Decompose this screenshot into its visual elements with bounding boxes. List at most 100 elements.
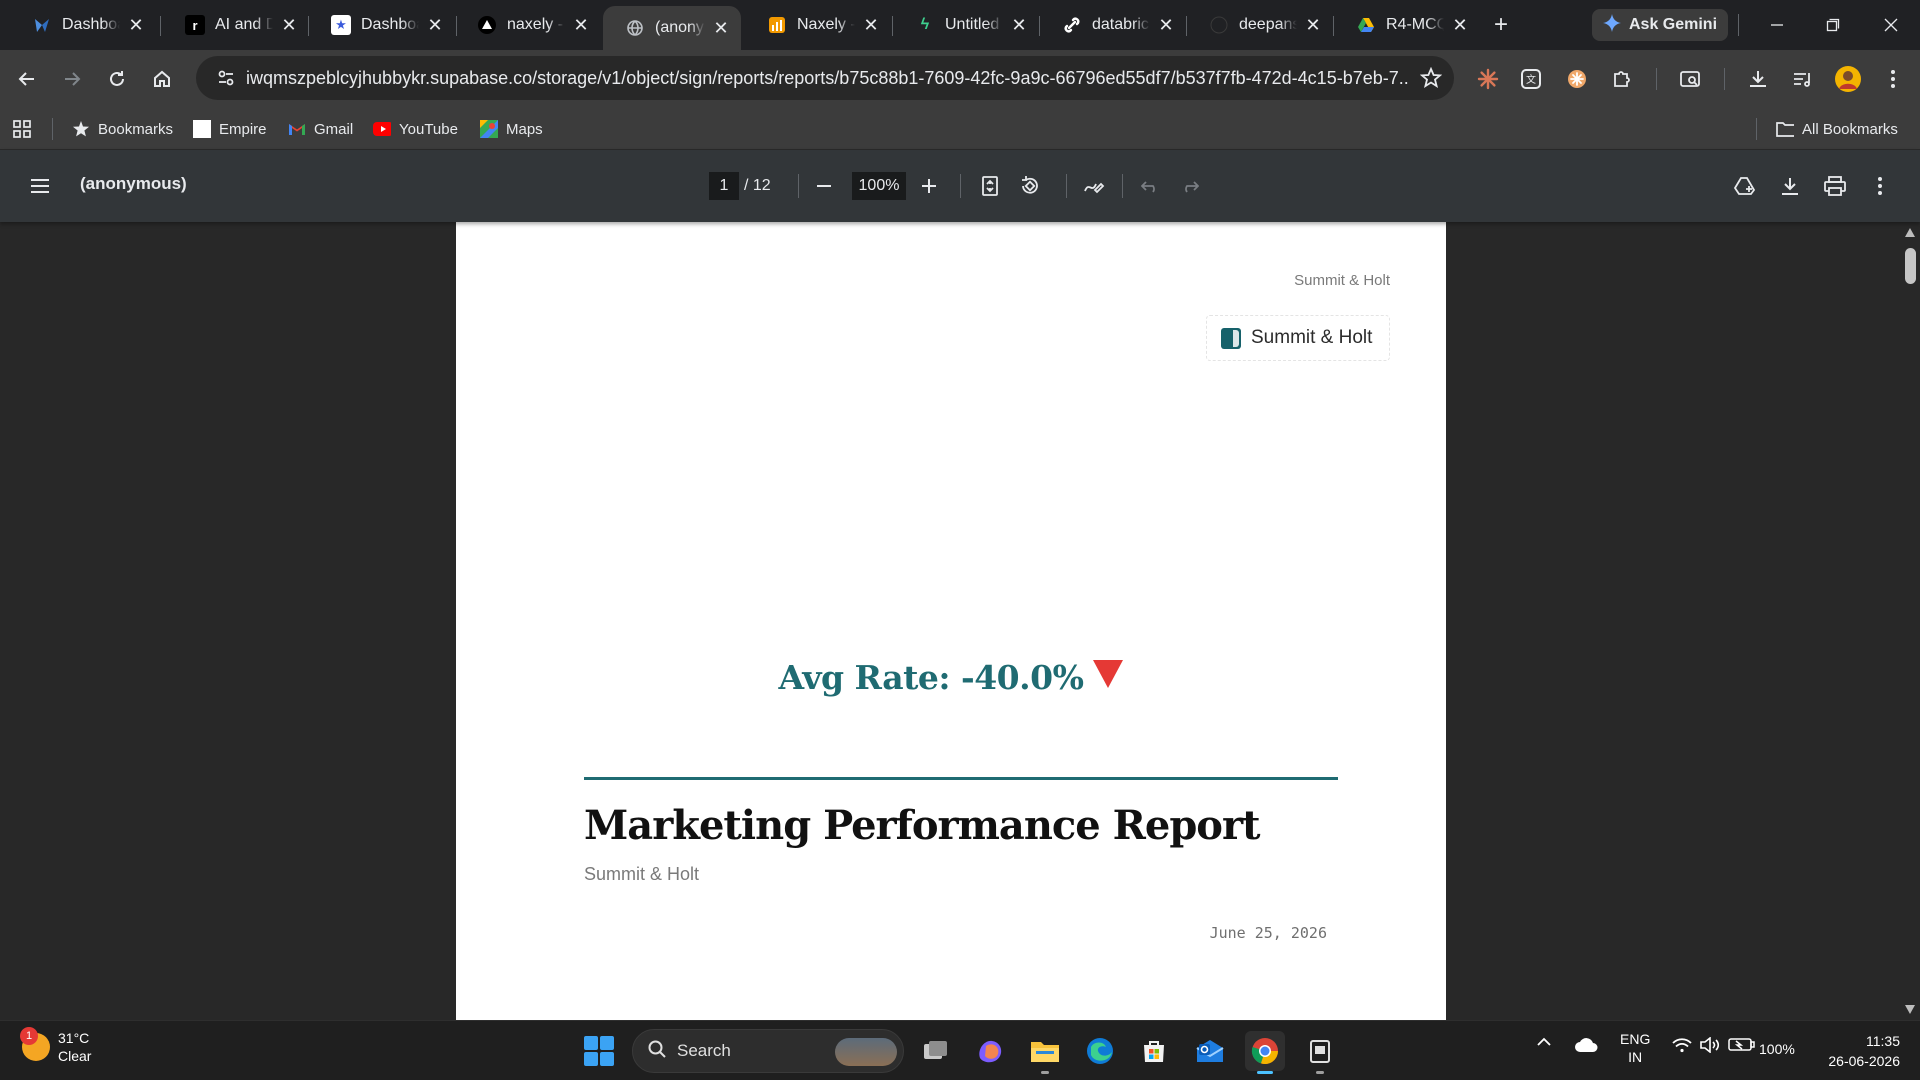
bookmark-bookmarks[interactable]: Bookmarks [72, 116, 173, 142]
edge-browser-icon[interactable] [1080, 1031, 1120, 1071]
back-button[interactable] [10, 62, 44, 96]
profile-avatar[interactable] [1832, 63, 1864, 95]
volume-icon[interactable] [1700, 1036, 1722, 1056]
reload-button[interactable] [100, 62, 134, 96]
copilot-icon[interactable] [970, 1031, 1010, 1071]
task-view-icon[interactable] [916, 1031, 956, 1071]
claude-extension-icon-2[interactable] [1561, 63, 1593, 95]
bookmark-label: Bookmarks [98, 120, 174, 138]
separator [1738, 14, 1739, 36]
zoom-level-input[interactable]: 100% [852, 172, 906, 200]
tab-deepanshu[interactable]: deepanshu ✕ [1187, 8, 1333, 42]
bookmark-gmail[interactable]: Gmail [288, 116, 353, 142]
tab-naxely-gamma[interactable]: naxely - Gamma ✕ [455, 8, 601, 42]
system-clock[interactable]: 11:35 26-06-2026 [1828, 1031, 1900, 1071]
close-icon[interactable]: ✕ [571, 15, 591, 35]
tab-untitled[interactable]: ϟ Untitled ✕ [893, 8, 1039, 42]
close-icon[interactable]: ✕ [126, 15, 146, 35]
chrome-menu-icon[interactable] [1877, 63, 1909, 95]
separator [960, 174, 961, 198]
report-subtitle: Summit & Holt [584, 864, 700, 884]
redo-icon[interactable] [1174, 170, 1206, 202]
restore-button[interactable] [1810, 8, 1856, 42]
bookmark-label: Maps [506, 120, 543, 138]
more-options-icon[interactable] [1864, 170, 1896, 202]
notepad-app-icon[interactable] [1300, 1031, 1340, 1074]
bookmark-youtube[interactable]: YouTube [373, 116, 458, 142]
extensions-puzzle-icon[interactable] [1606, 63, 1638, 95]
kpi-label: Avg Rate: -40.0% [778, 658, 1084, 697]
zoom-in-button[interactable] [913, 170, 945, 202]
pdf-viewer-area[interactable]: Summit & Holt Summit & Holt Avg Rate: -4… [0, 222, 1920, 1020]
folder-icon [1776, 120, 1794, 138]
site-info-icon[interactable] [206, 68, 246, 88]
tab-r4-mcq[interactable]: R4-MCQ ✕ [1334, 8, 1480, 42]
address-bar[interactable]: iwqmszpeblcyjhubbykr.supabase.co/storage… [196, 56, 1454, 100]
weather-widget[interactable]: 1 31°C Clear [20, 1027, 91, 1065]
tab-dashboard-star[interactable]: ★ Dashboard ✕ [309, 8, 455, 42]
taskbar-search[interactable]: Search [632, 1029, 904, 1073]
fit-to-page-icon[interactable] [974, 170, 1006, 202]
chrome-taskbar-icon[interactable] [1245, 1031, 1285, 1074]
media-control-icon[interactable] [1786, 63, 1818, 95]
separator [1066, 174, 1067, 198]
youtube-icon [373, 120, 391, 138]
show-hidden-icons[interactable] [1536, 1035, 1552, 1051]
new-tab-button[interactable]: + [1486, 10, 1516, 40]
rotate-icon[interactable] [1014, 170, 1046, 202]
forward-button[interactable] [55, 62, 89, 96]
annotate-pen-icon[interactable] [1078, 170, 1110, 202]
close-icon[interactable]: ✕ [1303, 15, 1323, 35]
tab-dashboard-tableau[interactable]: Dashboard ✕ [10, 8, 156, 42]
extension-translate-icon[interactable]: 文 [1515, 63, 1547, 95]
close-icon[interactable]: ✕ [1450, 15, 1470, 35]
tab-search-icon[interactable] [1674, 63, 1706, 95]
close-window-button[interactable] [1868, 8, 1914, 42]
star-badge-icon: ★ [331, 15, 351, 35]
download-icon[interactable] [1742, 63, 1774, 95]
tab-naxely-looker[interactable]: Naxely - Looker ✕ [745, 8, 891, 42]
windows-start-icon[interactable] [584, 1036, 614, 1066]
tab-title: Dashboard [62, 16, 120, 33]
menu-icon[interactable] [24, 170, 56, 202]
scroll-up-arrow-icon[interactable] [1905, 228, 1915, 237]
close-icon[interactable]: ✕ [1009, 15, 1029, 35]
close-icon[interactable]: ✕ [279, 15, 299, 35]
bookmark-maps[interactable]: Maps [480, 116, 543, 142]
tab-ai-and-data[interactable]: r AI and Data ✕ [163, 8, 309, 42]
apps-grid-icon[interactable] [12, 116, 32, 142]
ask-gemini-button[interactable]: Ask Gemini [1592, 9, 1728, 41]
battery-icon[interactable] [1728, 1036, 1756, 1055]
zoom-out-button[interactable] [808, 170, 840, 202]
all-bookmarks[interactable]: All Bookmarks [1776, 116, 1898, 142]
file-explorer-icon[interactable] [1025, 1031, 1065, 1074]
save-to-drive-icon[interactable] [1729, 170, 1761, 202]
windows-taskbar: 1 31°C Clear Search ENG IN 100% 11:35 26… [0, 1020, 1920, 1080]
bookmark-star-icon[interactable] [1408, 67, 1454, 89]
claude-extension-icon[interactable] [1472, 63, 1504, 95]
undo-icon[interactable] [1134, 170, 1166, 202]
download-icon[interactable] [1774, 170, 1806, 202]
close-icon[interactable]: ✕ [1156, 15, 1176, 35]
close-icon[interactable]: ✕ [861, 15, 881, 35]
home-button[interactable] [145, 62, 179, 96]
vertical-scrollbar[interactable] [1900, 222, 1920, 1020]
outlook-icon[interactable] [1190, 1031, 1230, 1071]
scroll-down-arrow-icon[interactable] [1905, 1005, 1915, 1014]
tab-databricks[interactable]: databricks ✕ [1040, 8, 1186, 42]
tab-anonymous-active[interactable]: (anonymous) ✕ [603, 6, 741, 50]
onedrive-cloud-icon[interactable] [1574, 1037, 1598, 1056]
wifi-icon[interactable] [1672, 1037, 1692, 1056]
close-icon[interactable]: ✕ [425, 15, 445, 35]
close-icon[interactable]: ✕ [711, 18, 731, 38]
gmail-icon [288, 120, 306, 138]
maps-icon [480, 120, 498, 138]
bookmark-empire[interactable]: Empire [193, 116, 267, 142]
print-icon[interactable] [1819, 170, 1851, 202]
page-number-input[interactable]: 1 [709, 172, 739, 200]
scroll-thumb[interactable] [1905, 248, 1916, 284]
input-language[interactable]: ENG IN [1620, 1030, 1650, 1066]
minimize-button[interactable] [1754, 8, 1800, 42]
url-text[interactable]: iwqmszpeblcyjhubbykr.supabase.co/storage… [246, 68, 1408, 89]
microsoft-store-icon[interactable] [1134, 1031, 1174, 1071]
